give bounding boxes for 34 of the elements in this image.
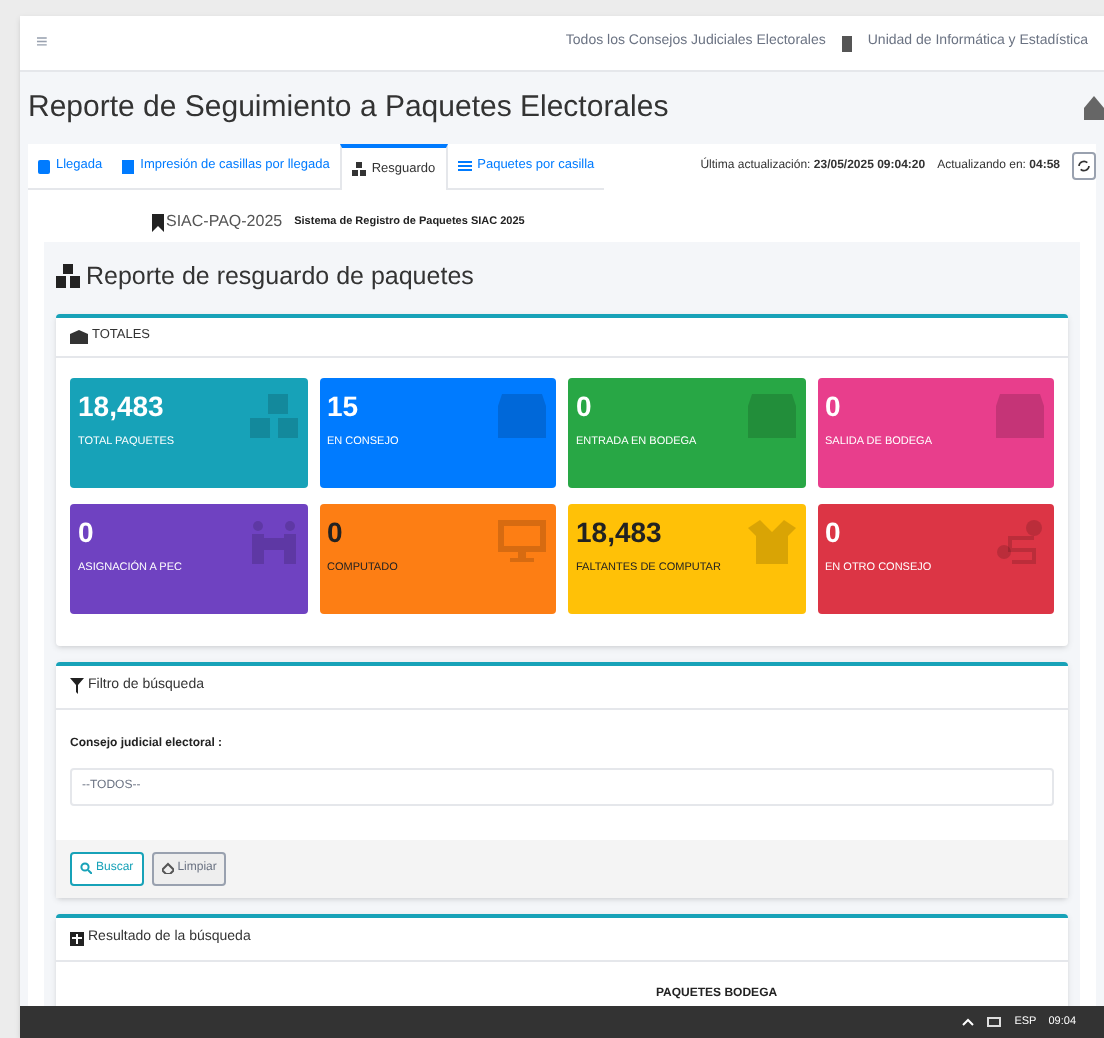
boxes-icon — [351, 162, 366, 176]
printer-icon — [122, 159, 135, 173]
eraser-icon — [161, 862, 174, 875]
stat-value: 0 — [78, 515, 94, 548]
monitor-icon — [498, 519, 546, 564]
building-icon — [841, 35, 852, 51]
route-icon — [996, 519, 1044, 564]
stat-value: 18,483 — [576, 515, 662, 548]
stat-value: 15 — [327, 389, 359, 422]
stat-value: 18,483 — [78, 389, 164, 422]
bookmark-icon — [152, 213, 164, 231]
people-icon — [249, 519, 297, 564]
stat-value: 0 — [327, 515, 343, 548]
box-icon — [747, 393, 795, 438]
stat-value: 0 — [576, 389, 592, 422]
warehouse-icon — [70, 329, 88, 344]
system-code: SIAC-PAQ-2025 — [166, 210, 283, 234]
stat-value: 0 — [825, 389, 841, 422]
page-title: Reporte de Seguimiento a Paquetes Electorales — [28, 87, 669, 128]
stat-value: 0 — [825, 515, 841, 548]
filter-icon — [70, 678, 84, 695]
report-title: Reporte de resguardo de paquetes — [86, 260, 474, 294]
search-icon — [80, 862, 92, 875]
home-icon[interactable] — [1084, 96, 1104, 120]
box-icon — [498, 393, 546, 438]
table-icon — [70, 931, 84, 946]
box-icon — [996, 393, 1044, 438]
menu-icon[interactable]: ≡ — [36, 28, 48, 58]
boxes-icon — [249, 393, 297, 438]
caret-icon[interactable] — [962, 1018, 975, 1026]
box-icon — [38, 159, 50, 173]
refresh-icon[interactable] — [1072, 152, 1096, 180]
boxes-icon — [56, 264, 80, 289]
list-icon — [457, 160, 472, 172]
